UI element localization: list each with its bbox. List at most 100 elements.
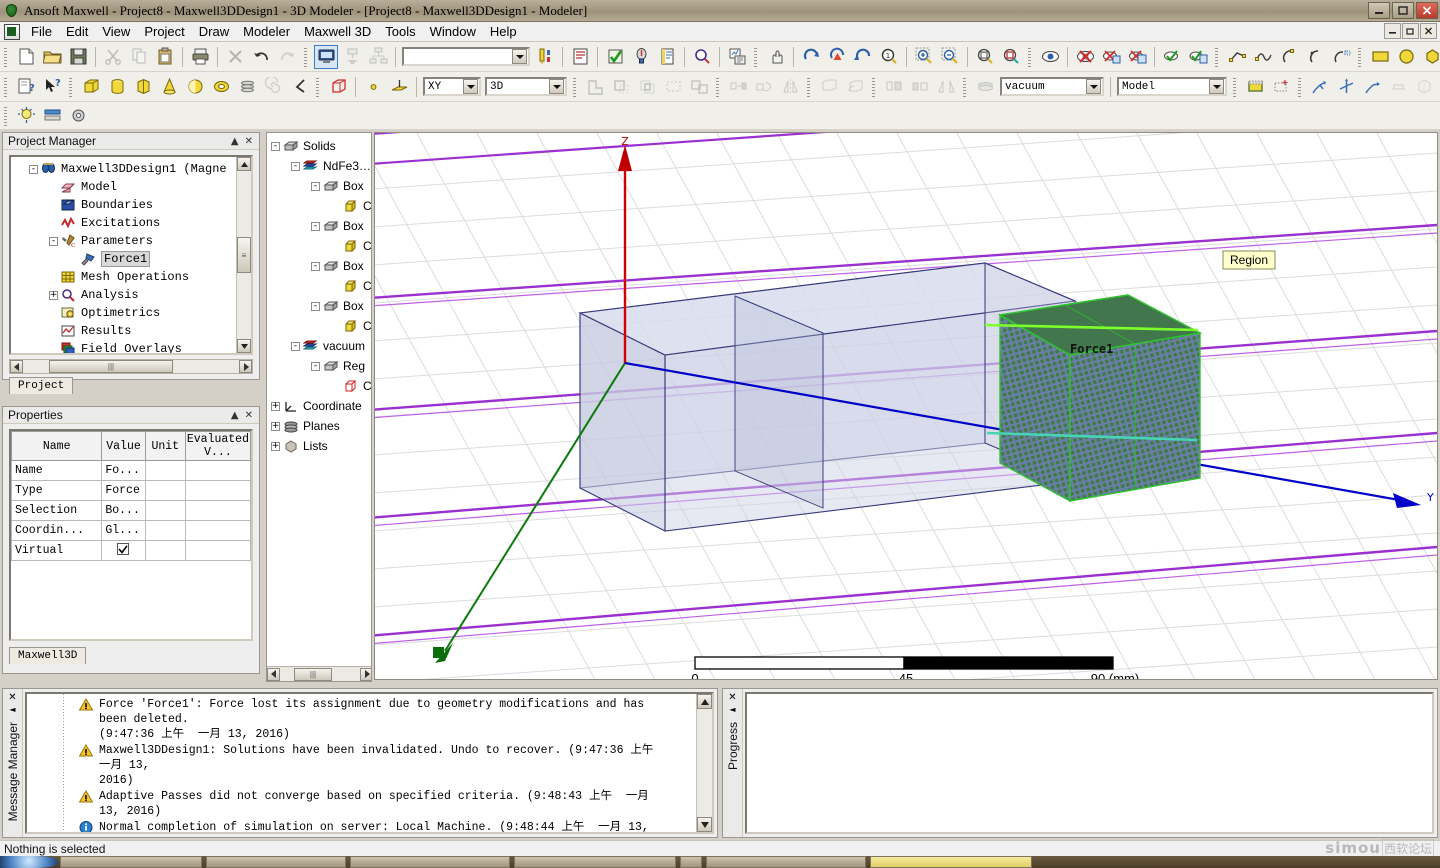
close-icon[interactable]: ✕	[728, 692, 736, 703]
face-select-icon[interactable]	[1412, 75, 1436, 99]
modeler-tree-item-vacuum[interactable]: - vacuum	[267, 336, 371, 356]
menu-file[interactable]: File	[24, 22, 59, 41]
dynamic-rotate-icon[interactable]	[825, 45, 849, 69]
message-row[interactable]: Normal completion of simulation on serve…	[79, 820, 696, 832]
properties-row[interactable]: Coordin... Gl...	[11, 520, 251, 541]
menu-project[interactable]: Project	[137, 22, 191, 41]
validation-check-icon[interactable]	[603, 45, 627, 69]
chevron-down-icon[interactable]	[463, 79, 478, 94]
toolbar-grip[interactable]	[3, 45, 10, 68]
modeler-tree-item-ndfe3[interactable]: - NdFe3…	[267, 156, 371, 176]
draw-torus-icon[interactable]	[209, 75, 233, 99]
subtract-icon[interactable]	[609, 75, 633, 99]
message-row[interactable]: Maxwell3DDesign1: Solutions have been in…	[79, 743, 696, 788]
hscroll-thumb[interactable]: |||	[49, 360, 173, 373]
sweep-icon[interactable]	[934, 75, 958, 99]
coordinate-system-global-icon[interactable]	[1334, 75, 1358, 99]
toolbar-grip[interactable]	[3, 75, 10, 98]
toolbar-grip[interactable]	[315, 75, 322, 98]
solution-data-icon[interactable]	[655, 45, 679, 69]
cut-scissors-icon[interactable]	[101, 45, 125, 69]
draw-user-defined-primitive-icon[interactable]	[326, 75, 350, 99]
taskbar-item-6[interactable]	[706, 856, 866, 868]
toolbar-grip[interactable]	[715, 75, 722, 98]
toolbar-grip[interactable]	[68, 75, 75, 98]
collapse-node-icon[interactable]: -	[311, 181, 320, 191]
toolbar-grip[interactable]	[962, 75, 969, 98]
hide-all-objects-icon[interactable]	[1099, 45, 1123, 69]
rotate-icon[interactable]	[799, 45, 823, 69]
render-bar-icon[interactable]	[40, 104, 64, 128]
chevron-down-icon[interactable]	[549, 79, 564, 94]
minimize-button[interactable]	[1368, 2, 1390, 19]
taskbar-item-5[interactable]	[680, 856, 702, 868]
taskbar-item-3[interactable]	[350, 856, 510, 868]
chevron-down-icon[interactable]	[1209, 79, 1224, 94]
new-document-icon[interactable]	[14, 45, 38, 69]
analyze-all-icon[interactable]	[568, 45, 592, 69]
project-tree-item-boundaries[interactable]: Boundaries	[11, 196, 251, 214]
intersect-icon[interactable]	[635, 75, 659, 99]
context-help-icon[interactable]: ?	[40, 75, 64, 99]
measure-help-icon[interactable]: ?	[14, 75, 38, 99]
message-row[interactable]: Force 'Force1': Force lost its assignmen…	[79, 697, 696, 742]
modeler-tree-item-planes[interactable]: + Planes	[267, 416, 371, 436]
undo-arrow-icon[interactable]	[249, 45, 273, 69]
message-row[interactable]: Adaptive Passes did not converge based o…	[79, 789, 696, 819]
zoom-out-icon[interactable]	[938, 45, 962, 69]
collapse-node-icon[interactable]: -	[311, 221, 320, 231]
close-button[interactable]	[1416, 2, 1438, 19]
toolbar-grip[interactable]	[1357, 45, 1364, 68]
modeler-tree-panel[interactable]: - Solids - NdFe3… - Box C - Box C - Box C - Box C - vacuu…	[266, 132, 372, 682]
taskbar-item-2[interactable]	[206, 856, 346, 868]
mdi-restore-button[interactable]	[1402, 23, 1419, 39]
tab-maxwell3d[interactable]: Maxwell3D	[9, 647, 87, 664]
edit-model-icon[interactable]	[1243, 75, 1267, 99]
duplicate-around-axis-icon[interactable]	[843, 75, 867, 99]
draw-line-icon[interactable]	[1225, 45, 1249, 69]
working-plane-icon[interactable]	[1386, 75, 1410, 99]
project-tree-item-maxwell3ddesign1-magne[interactable]: - Maxwell3DDesign1 (Magne	[11, 160, 251, 178]
modeler-tree-item-lists[interactable]: + Lists	[267, 436, 371, 456]
menu-draw[interactable]: Draw	[192, 22, 236, 41]
system-tray[interactable]	[1380, 856, 1440, 868]
draw-spiral-icon[interactable]	[261, 75, 285, 99]
chevron-down-icon[interactable]	[512, 49, 527, 64]
hide-objects-icon[interactable]	[1073, 45, 1097, 69]
model-combo[interactable]: Model	[1117, 77, 1227, 96]
variables-pencil-icon[interactable]	[533, 45, 557, 69]
toolbar-grip[interactable]	[3, 104, 10, 127]
taskbar-item-1[interactable]	[60, 856, 202, 868]
pan-hand-icon[interactable]	[764, 45, 788, 69]
project-tree-item-mesh-operations[interactable]: Mesh Operations	[11, 268, 251, 286]
material-combo[interactable]: vacuum	[1000, 77, 1104, 96]
view-mode-combo[interactable]: 3D	[485, 77, 567, 96]
project-tree-item-field-overlays[interactable]: Field Overlays	[11, 340, 251, 353]
tab-project[interactable]: Project	[9, 377, 74, 394]
draw-arc-3point-icon[interactable]	[1277, 45, 1301, 69]
properties-grid-container[interactable]: Name Value Unit Evaluated V... Name Fo... Type…	[9, 429, 253, 641]
results-report-icon[interactable]	[725, 45, 749, 69]
chevron-down-icon[interactable]	[1086, 79, 1101, 94]
collapse-node-icon[interactable]: -	[291, 161, 300, 171]
hide-view-objects-icon[interactable]	[1125, 45, 1149, 69]
toolbar-grip[interactable]	[1232, 75, 1239, 98]
project-tree-item-analysis[interactable]: + Analysis	[11, 286, 251, 304]
toolbar-grip[interactable]	[1027, 45, 1034, 68]
toolbar-grip[interactable]	[753, 45, 760, 68]
collapse-icon[interactable]: ▲	[231, 136, 239, 147]
coordinate-system-relative-icon[interactable]	[1360, 75, 1384, 99]
close-icon[interactable]: ✕	[245, 136, 253, 147]
draw-regular-polygon-icon[interactable]	[1420, 45, 1440, 69]
split-icon[interactable]	[661, 75, 685, 99]
properties-column-header[interactable]: Evaluated V...	[184, 431, 251, 461]
virtual-checkbox[interactable]	[117, 543, 130, 556]
excitation-lamp-icon[interactable]	[629, 45, 653, 69]
menu-maxwell-3d[interactable]: Maxwell 3D	[297, 22, 378, 41]
menu-window[interactable]: Window	[423, 22, 483, 41]
collapse-node-icon[interactable]: -	[29, 164, 38, 174]
draw-helix-icon[interactable]	[235, 75, 259, 99]
separate-bodies-icon[interactable]	[687, 75, 711, 99]
lighting-icon[interactable]	[14, 104, 38, 128]
collapse-node-icon[interactable]: -	[271, 141, 280, 151]
